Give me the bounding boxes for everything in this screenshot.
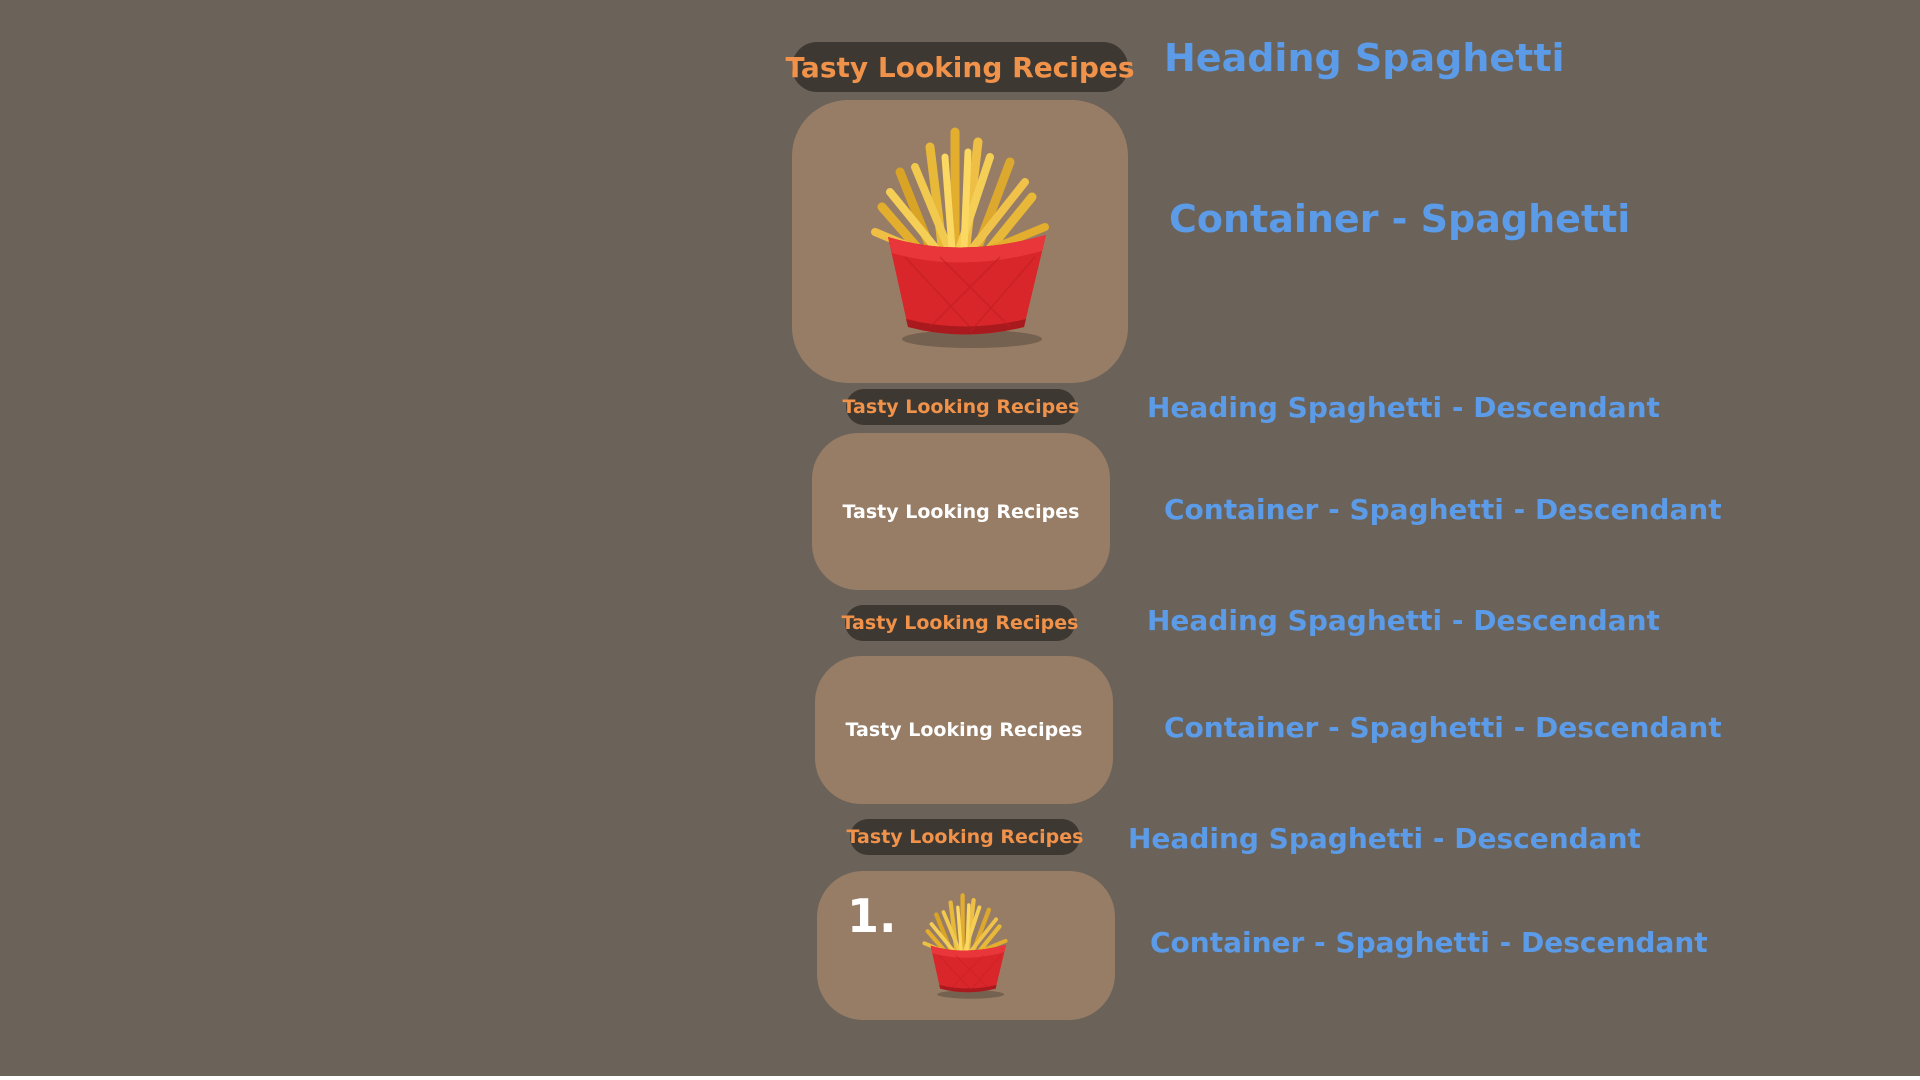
sub-heading-pill-3: Tasty Looking Recipes: [847, 819, 1083, 855]
main-heading-pill: Tasty Looking Recipes: [785, 42, 1135, 92]
main-container-card: [792, 100, 1128, 383]
fries-icon: [860, 127, 1060, 357]
sub-heading-pill-2: Tasty Looking Recipes: [842, 605, 1078, 641]
sub-heading-text-2: Tasty Looking Recipes: [841, 612, 1079, 634]
annotation-heading: Heading Spaghetti: [1164, 36, 1565, 80]
sub-heading-pill-1: Tasty Looking Recipes: [843, 389, 1079, 425]
main-heading-text: Tasty Looking Recipes: [785, 50, 1135, 84]
fries-icon: [917, 893, 1013, 1003]
annotation-heading-descendant-1: Heading Spaghetti - Descendant: [1147, 391, 1660, 424]
list-number: 1.: [847, 889, 897, 943]
annotation-container-descendant-1: Container - Spaghetti - Descendant: [1164, 493, 1722, 526]
sub-container-text-2: Tasty Looking Recipes: [845, 719, 1083, 741]
sub-container-card-3: 1.: [817, 871, 1115, 1020]
canvas: Tasty Looking Recipes Tasty Looking Reci…: [0, 0, 1920, 1076]
sub-heading-text-3: Tasty Looking Recipes: [846, 826, 1084, 848]
annotation-container-descendant-3: Container - Spaghetti - Descendant: [1150, 926, 1708, 959]
annotation-heading-descendant-2: Heading Spaghetti - Descendant: [1147, 604, 1660, 637]
annotation-container-descendant-2: Container - Spaghetti - Descendant: [1164, 711, 1722, 744]
sub-heading-text-1: Tasty Looking Recipes: [842, 396, 1080, 418]
annotation-container: Container - Spaghetti: [1169, 197, 1631, 241]
annotation-heading-descendant-3: Heading Spaghetti - Descendant: [1128, 822, 1641, 855]
sub-container-card-1: Tasty Looking Recipes: [812, 433, 1110, 590]
sub-container-text-1: Tasty Looking Recipes: [842, 500, 1080, 523]
sub-container-card-2: Tasty Looking Recipes: [815, 656, 1113, 804]
